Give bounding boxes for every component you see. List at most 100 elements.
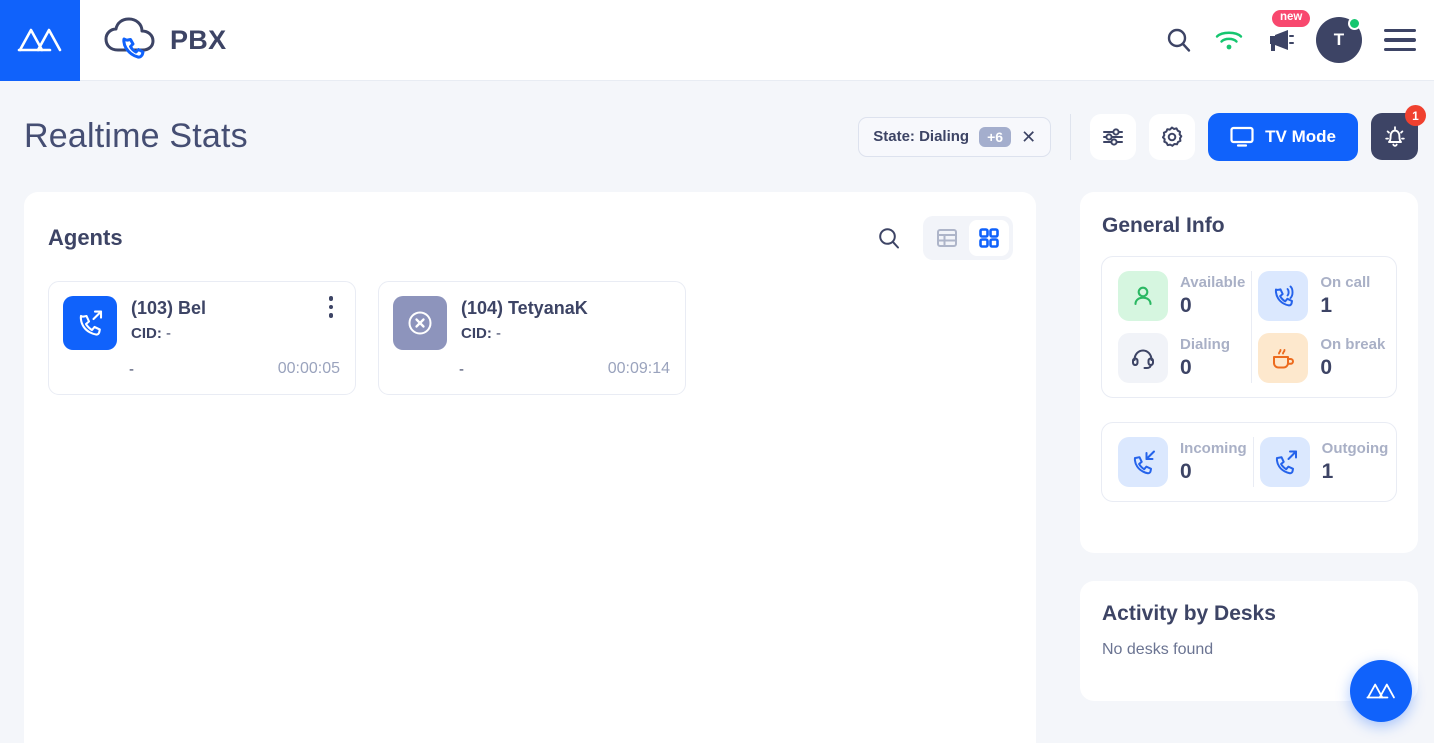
- stat-outgoing[interactable]: Outgoing 1: [1254, 437, 1395, 487]
- kebab-dot: [328, 296, 334, 301]
- notification-count-badge: 1: [1405, 105, 1426, 126]
- assistant-fab-button[interactable]: [1350, 660, 1412, 722]
- amio-logo-icon: [1366, 683, 1395, 699]
- user-icon: [1118, 271, 1168, 321]
- outgoing-call-icon: [1259, 437, 1310, 487]
- incoming-call-icon: [1118, 437, 1168, 487]
- stat-label: On call: [1320, 274, 1371, 291]
- agent-card-menu-icon[interactable]: [320, 294, 342, 320]
- page-toolbar: State: Dialing +6 ✕ TV Mode 1: [858, 105, 1434, 161]
- stat-on-break[interactable]: On break 0: [1252, 333, 1391, 383]
- tv-mode-label: TV Mode: [1265, 126, 1336, 146]
- wifi-icon[interactable]: [1214, 28, 1244, 52]
- toolbar-divider: [1070, 113, 1072, 160]
- search-icon[interactable]: [877, 226, 901, 250]
- stat-label: Available: [1180, 274, 1246, 291]
- tv-mode-button[interactable]: TV Mode: [1208, 112, 1358, 161]
- agent-cid-label: CID:: [131, 325, 162, 342]
- close-icon[interactable]: ✕: [1021, 128, 1036, 146]
- stat-value: 0: [1320, 356, 1332, 379]
- app-title: PBX: [170, 24, 227, 55]
- agents-panel-header: Agents: [24, 192, 1036, 260]
- agent-status: -: [129, 360, 134, 378]
- gear-icon[interactable]: [1149, 113, 1196, 160]
- agents-panel: Agents (103) Bel CID: - - 00:00:05 (104)…: [24, 192, 1036, 743]
- stat-value: 0: [1180, 294, 1192, 317]
- stat-label: Outgoing: [1321, 440, 1389, 457]
- list-view-icon[interactable]: [927, 220, 967, 256]
- hamburger-line: [1384, 29, 1416, 33]
- hamburger-menu-icon[interactable]: [1384, 25, 1416, 55]
- stat-label: Dialing: [1180, 336, 1231, 353]
- megaphone-icon[interactable]: new: [1266, 10, 1311, 53]
- agent-card-bottom: - 00:09:14: [393, 360, 672, 378]
- agent-status: -: [459, 360, 464, 378]
- primary-stats-box: Available 0 On call 1 Dialing 0 On break…: [1101, 256, 1397, 398]
- agent-card-bottom: - 00:00:05: [63, 360, 342, 378]
- stat-available[interactable]: Available 0: [1112, 271, 1251, 321]
- grid-view-icon[interactable]: [969, 220, 1009, 256]
- online-status-dot: [1348, 17, 1361, 30]
- header-actions: new T: [1166, 10, 1434, 63]
- headset-icon: [1118, 333, 1168, 383]
- agent-meta: (103) Bel CID: -: [131, 296, 206, 350]
- stat-label: On break: [1320, 336, 1386, 353]
- top-header-bar: PBX new T: [0, 0, 1434, 81]
- bell-icon: [1384, 125, 1405, 147]
- stat-value: 0: [1180, 356, 1192, 379]
- brand-logo-button[interactable]: [0, 0, 80, 81]
- stat-dialing[interactable]: Dialing 0: [1112, 333, 1251, 383]
- activity-by-desks-empty: No desks found: [1102, 641, 1214, 658]
- avatar[interactable]: T: [1316, 17, 1362, 63]
- agent-cid-value: -: [496, 325, 501, 342]
- monitor-icon: [1230, 126, 1254, 147]
- agent-timer: 00:00:05: [277, 360, 340, 377]
- stat-label: Incoming: [1180, 440, 1247, 457]
- page-title: Realtime Stats: [24, 117, 248, 155]
- agent-card-top: (103) Bel CID: -: [63, 296, 342, 350]
- notifications-button[interactable]: 1: [1371, 105, 1426, 160]
- stat-text: Incoming 0: [1180, 440, 1247, 484]
- agent-meta: (104) TetyanaK CID: -: [461, 296, 588, 350]
- kebab-dot: [328, 304, 334, 310]
- offline-x-circle-icon: [408, 311, 432, 335]
- stat-text: Outgoing 1: [1322, 440, 1389, 484]
- agent-timer: 00:09:14: [607, 360, 670, 377]
- agent-card[interactable]: (103) Bel CID: - - 00:00:05: [48, 281, 356, 395]
- activity-by-desks-title: Activity by Desks: [1102, 602, 1276, 625]
- agent-card-grid: (103) Bel CID: - - 00:00:05 (104) Tetyan…: [24, 260, 1036, 395]
- call-stats-box: Incoming 0 Outgoing 1: [1101, 422, 1397, 502]
- new-badge: new: [1272, 10, 1311, 27]
- state-filter-count: +6: [979, 126, 1012, 147]
- general-info-panel: General Info Available 0 On call 1 Diali…: [1080, 192, 1418, 553]
- stat-text: Dialing 0: [1180, 336, 1230, 380]
- agent-state-badge: [63, 296, 117, 350]
- agent-name: (104) TetyanaK: [461, 298, 588, 318]
- sliders-icon[interactable]: [1090, 113, 1137, 160]
- agent-state-badge: [393, 296, 447, 350]
- agent-card-top: (104) TetyanaK CID: -: [393, 296, 672, 350]
- ringing-phone-icon: [1258, 271, 1309, 321]
- kebab-dot: [328, 313, 334, 318]
- agent-cid: CID: -: [131, 325, 206, 342]
- search-icon[interactable]: [1166, 27, 1192, 53]
- state-filter-label: State: Dialing: [873, 128, 970, 145]
- stat-value: 1: [1320, 294, 1332, 317]
- stat-text: Available 0: [1180, 274, 1245, 318]
- agents-title: Agents: [48, 225, 123, 250]
- stat-text: On break 0: [1320, 336, 1385, 380]
- general-info-title: General Info: [1102, 214, 1225, 237]
- agent-card[interactable]: (104) TetyanaK CID: - - 00:09:14: [378, 281, 686, 395]
- agent-cid-value: -: [166, 325, 171, 342]
- state-filter-chip[interactable]: State: Dialing +6 ✕: [858, 116, 1052, 157]
- coffee-cup-icon: [1258, 333, 1309, 383]
- agent-cid: CID: -: [461, 325, 588, 342]
- cloud-phone-icon: [104, 17, 155, 59]
- stat-incoming[interactable]: Incoming 0: [1112, 437, 1253, 487]
- stat-on-call[interactable]: On call 1: [1252, 271, 1391, 321]
- app-brand: PBX: [103, 17, 226, 63]
- hamburger-line: [1384, 47, 1416, 51]
- amio-logo-icon: [17, 28, 62, 52]
- stat-text: On call 1: [1320, 274, 1370, 318]
- stat-value: 0: [1180, 460, 1192, 483]
